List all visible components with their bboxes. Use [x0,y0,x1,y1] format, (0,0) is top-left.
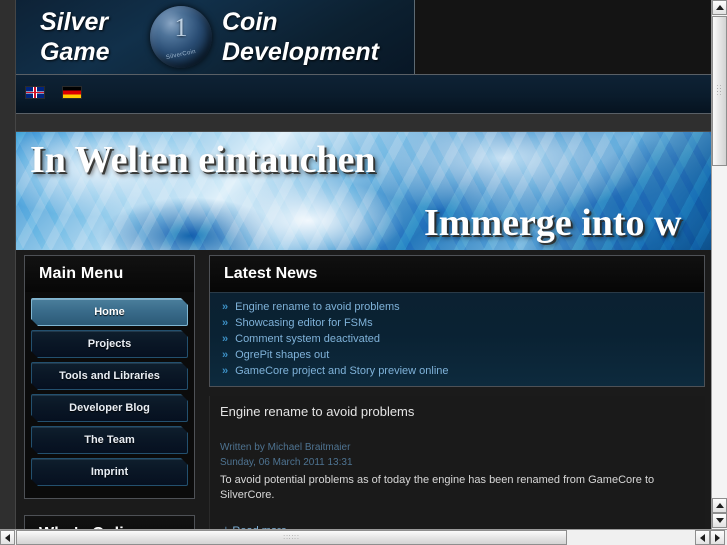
scroll-up-button-bottom[interactable] [712,498,727,513]
content-column: Latest News » Engine rename to avoid pro… [203,250,711,529]
article-engine-rename: Engine rename to avoid problems Written … [209,396,705,529]
article-title: Engine rename to avoid problems [220,404,415,419]
latest-news-title: Latest News [210,256,704,293]
list-item[interactable]: » GameCore project and Story preview onl… [210,363,704,379]
chevron-right-icon: » [222,317,228,329]
site-logo[interactable]: Silver Game SilverCoin Coin Development [16,0,415,74]
logo-word-coin: Coin [222,8,278,36]
sidebar-item-tools-and-libraries[interactable]: Tools and Libraries [31,362,188,390]
banner-slogan-german: In Welten eintauchen [30,139,376,181]
english-flag-icon[interactable] [25,86,45,99]
latest-news-list: » Engine rename to avoid problems » Show… [210,293,704,386]
arrow-down-icon [715,518,724,523]
sidebar-item-label: Developer Blog [69,402,150,414]
main-menu-body: Home Projects Tools and Libraries Develo… [25,292,194,498]
german-flag-icon[interactable] [62,86,82,99]
sidebar: Main Menu Home Projects Tools and Librar… [16,250,203,529]
article-date: Sunday, 06 March 2011 13:31 [220,457,353,468]
scroll-left-button[interactable] [0,530,15,545]
arrow-left-icon [700,533,705,542]
arrow-up-icon [715,5,724,10]
logo-word-silver: Silver [40,8,109,36]
sidebar-item-label: Projects [87,338,132,350]
sidebar-item-label: Home [94,306,125,318]
news-link[interactable]: Showcasing editor for FSMs [235,316,373,330]
sidebar-item-imprint[interactable]: Imprint [31,458,188,486]
language-bar [16,75,711,114]
sidebar-item-label: Tools and Libraries [59,370,160,382]
list-item[interactable]: » Comment system deactivated [210,331,704,347]
vertical-scrollbar[interactable]: ∷ ∷ ∷ [711,0,727,529]
whos-online-title: Who's Online [25,516,194,529]
list-item[interactable]: » OgrePit shapes out [210,347,704,363]
logo-left-column: Silver Game [40,7,148,67]
horizontal-scrollbar[interactable]: ∷∷∷ [0,529,727,545]
scroll-down-button[interactable] [712,513,727,528]
chevron-right-icon: » [222,301,228,313]
scroll-right-button[interactable] [710,530,725,545]
sidebar-item-the-team[interactable]: The Team [31,426,188,454]
chevron-right-icon: » [222,349,228,361]
arrow-right-icon [715,533,720,542]
sidebar-item-label: Imprint [90,466,129,478]
scroll-left-button-right[interactable] [695,530,710,545]
silver-coin-icon: SilverCoin [150,6,212,68]
logo-word-game: Game [40,38,110,66]
sidebar-item-home[interactable]: Home [31,298,188,326]
header-separator [16,114,711,132]
grip-dots-icon: ∷∷∷ [716,84,723,98]
article-author: Written by Michael Braitmaier [220,442,351,453]
news-link[interactable]: GameCore project and Story preview onlin… [235,364,448,378]
logo-right-column: Coin Development [222,7,379,67]
latest-news-module: Latest News » Engine rename to avoid pro… [209,255,705,387]
site-header: Silver Game SilverCoin Coin Development [16,0,711,75]
hero-banner: In Welten eintauchen Immerge into w [16,132,711,250]
chevron-right-icon: » [222,333,228,345]
main-menu-module: Main Menu Home Projects Tools and Librar… [24,255,195,499]
browser-viewport: Silver Game SilverCoin Coin Development [0,0,711,529]
whos-online-module: Who's Online [24,515,195,529]
page-left-gutter [0,0,16,529]
scroll-up-button[interactable] [712,0,727,15]
list-item[interactable]: » Engine rename to avoid problems [210,299,704,315]
chevron-right-icon: » [222,365,228,377]
coin-legend: SilverCoin [165,48,197,62]
vertical-scroll-thumb[interactable]: ∷ ∷ ∷ [712,16,727,166]
arrow-up-icon [715,503,724,508]
news-link[interactable]: Comment system deactivated [235,332,380,346]
logo-word-development: Development [222,38,379,66]
banner-slogan-english: Immerge into w [424,202,682,244]
sidebar-item-projects[interactable]: Projects [31,330,188,358]
logo-inner: Silver Game SilverCoin Coin Development [40,3,390,71]
sidebar-item-label: The Team [84,434,135,446]
news-link[interactable]: OgrePit shapes out [235,348,329,362]
sidebar-item-developer-blog[interactable]: Developer Blog [31,394,188,422]
list-item[interactable]: » Showcasing editor for FSMs [210,315,704,331]
grip-dots-icon: ∷∷∷ [283,534,300,541]
horizontal-scroll-thumb[interactable]: ∷∷∷ [16,530,567,545]
news-link[interactable]: Engine rename to avoid problems [235,300,399,314]
article-body: To avoid potential problems as of today … [220,474,655,501]
arrow-left-icon [5,533,10,542]
main-menu-title: Main Menu [25,256,194,292]
